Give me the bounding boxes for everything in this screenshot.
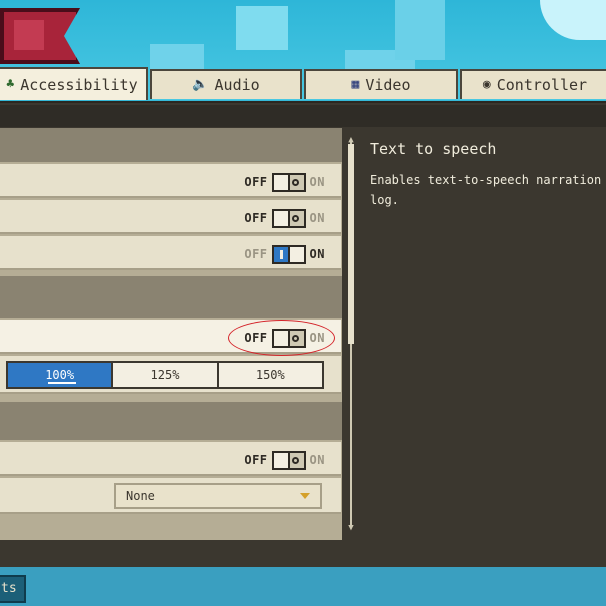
toggle-off-label: OFF — [244, 175, 268, 189]
panel-header-strip — [0, 105, 606, 127]
scale-option[interactable]: 150% — [218, 363, 322, 387]
section-header — [0, 402, 342, 440]
toggle-on-label: ON — [309, 247, 325, 261]
description-title: Text to speech — [370, 140, 497, 158]
tab-label: Audio — [214, 76, 260, 94]
toggle[interactable]: OFF ON — [244, 208, 325, 228]
accessibility-icon: ♣ — [6, 76, 15, 92]
scale-selector[interactable]: 100% 125% 150% — [6, 361, 324, 389]
section-header — [0, 276, 342, 318]
description-body: Enables text-to-speech narration log. — [370, 173, 602, 207]
scroll-down-icon[interactable]: ▼ — [347, 524, 355, 533]
tab-video[interactable]: ▦ Video — [304, 69, 458, 99]
section-header — [0, 128, 342, 162]
setting-row[interactable]: OFF ON — [0, 442, 341, 476]
toggle-switch[interactable] — [271, 208, 306, 228]
settings-tabs: ♣ Accessibility 🔈 Audio ▦ Video ◉ Contro… — [0, 67, 606, 101]
scroll-up-icon[interactable]: ▲ — [347, 136, 355, 145]
monitor-icon: ▦ — [351, 77, 360, 92]
toggle[interactable]: OFF ON — [244, 172, 325, 192]
bottom-button[interactable]: ts — [0, 575, 26, 603]
scrollbar[interactable]: ▲ ▼ — [347, 136, 355, 533]
annotation-circle — [228, 320, 335, 356]
tab-audio[interactable]: 🔈 Audio — [150, 69, 302, 99]
setting-row[interactable]: OFF ON — [0, 200, 341, 234]
dropdown-value: None — [126, 489, 155, 503]
toggle-switch[interactable] — [271, 244, 306, 264]
dropdown-select[interactable]: None — [114, 483, 322, 509]
scale-option[interactable]: 100% — [8, 363, 114, 387]
toggle[interactable]: OFF ON — [244, 244, 325, 264]
tab-label: Video — [365, 76, 411, 94]
toggle[interactable]: OFF ON — [244, 450, 325, 470]
tab-label: Accessibility — [20, 75, 138, 94]
toggle-off-label: OFF — [244, 453, 268, 467]
scrollbar-thumb[interactable] — [348, 144, 354, 344]
chevron-down-icon — [300, 493, 310, 499]
tab-accessibility[interactable]: ♣ Accessibility — [0, 67, 148, 100]
toggle-switch[interactable] — [271, 450, 306, 470]
background-cube — [236, 6, 288, 50]
scale-option[interactable]: 125% — [113, 363, 219, 387]
toggle-on-label: ON — [309, 453, 325, 467]
speaker-icon: 🔈 — [192, 77, 209, 92]
setting-row[interactable]: OFF ON — [0, 236, 341, 270]
setting-row[interactable]: OFF ON — [0, 164, 341, 198]
tab-controller[interactable]: ◉ Controller — [460, 69, 606, 99]
description-panel: Text to speech Enables text-to-speech na… — [370, 140, 606, 210]
background-cloud — [540, 0, 606, 40]
toggle-switch[interactable] — [271, 172, 306, 192]
toggle-off-label: OFF — [244, 247, 268, 261]
bottom-bar — [0, 567, 606, 606]
toggle-on-label: ON — [309, 211, 325, 225]
background-cube — [395, 0, 445, 60]
toggle-off-label: OFF — [244, 211, 268, 225]
game-logo — [0, 8, 80, 64]
toggle-on-label: ON — [309, 175, 325, 189]
tab-label: Controller — [496, 76, 588, 94]
gamepad-icon: ◉ — [482, 77, 491, 92]
